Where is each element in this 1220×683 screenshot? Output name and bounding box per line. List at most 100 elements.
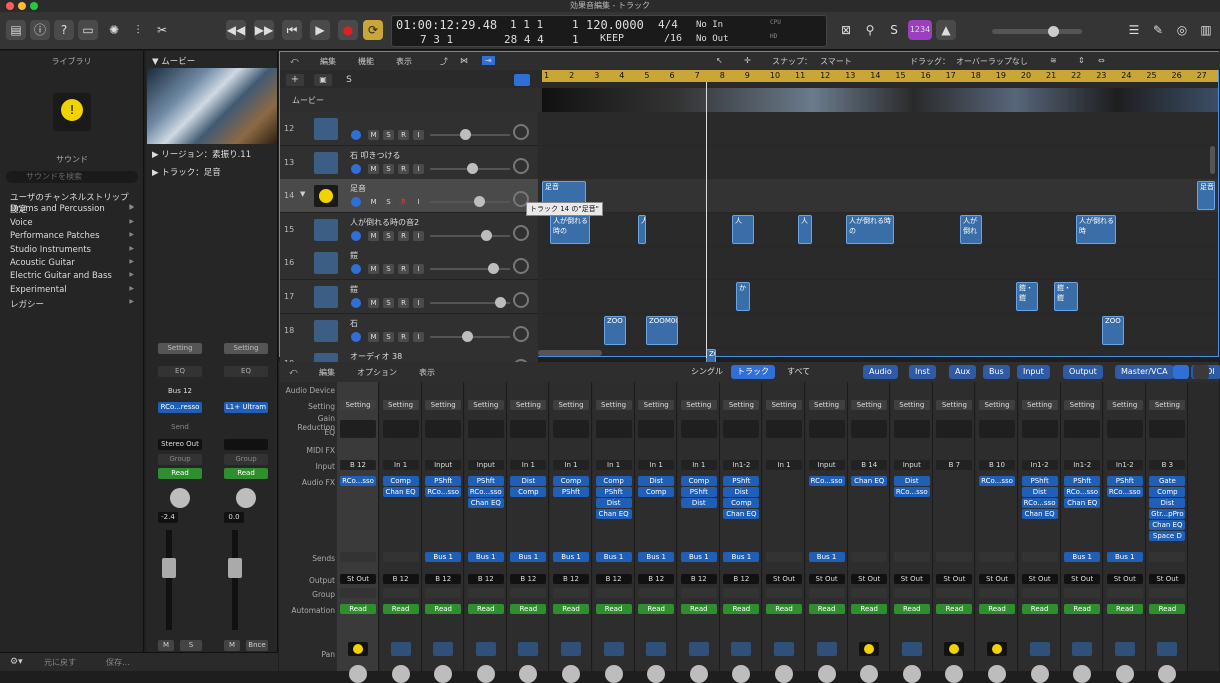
- library-item[interactable]: Performance Patches: [10, 231, 134, 241]
- channel-output-slot[interactable]: St Out: [851, 574, 888, 584]
- track-r-button[interactable]: R: [398, 230, 409, 241]
- channel-plugin-slot[interactable]: Space D: [1149, 531, 1186, 541]
- channel-output-slot[interactable]: B 12: [553, 574, 589, 584]
- track-i-button[interactable]: I: [413, 130, 424, 140]
- track-volume-knob[interactable]: [495, 297, 506, 308]
- channel-group-slot[interactable]: [467, 588, 504, 598]
- library-item[interactable]: Voice: [10, 218, 134, 228]
- strip-output-slot[interactable]: [224, 439, 268, 450]
- channel-eq-thumbnail[interactable]: [595, 420, 632, 438]
- lcd-display[interactable]: 01:00:12:29.48 1 1 1 1 7 3 1 28 4 4 1 12…: [391, 15, 827, 47]
- channel-group-slot[interactable]: [936, 588, 973, 598]
- track-volume-knob[interactable]: [467, 162, 478, 174]
- minimize-icon[interactable]: [18, 2, 26, 10]
- channel-output-slot[interactable]: St Out: [893, 574, 930, 584]
- channel-send-slot[interactable]: Bus 1: [1064, 552, 1101, 562]
- channel-group-slot[interactable]: [1149, 588, 1186, 598]
- channel-plugin-slot[interactable]: Dist: [723, 487, 760, 497]
- strip-send-slot[interactable]: Send: [158, 422, 202, 433]
- track-r-button[interactable]: R: [398, 163, 409, 174]
- library-item[interactable]: Acoustic Guitar: [10, 258, 134, 268]
- audio-region[interactable]: 鎧・鎧: [1016, 282, 1038, 311]
- channel-send-slot[interactable]: [851, 552, 888, 562]
- channel-plugin-slot[interactable]: Chan EQ: [467, 498, 504, 508]
- strip-fader[interactable]: [166, 530, 172, 630]
- channel-send-slot[interactable]: Bus 1: [723, 552, 760, 562]
- strip-solo-button[interactable]: Bnce: [246, 640, 268, 651]
- channel-group-slot[interactable]: [553, 588, 589, 598]
- power-icon[interactable]: [351, 230, 361, 241]
- strip-pan-knob[interactable]: [236, 488, 256, 508]
- channel-automation-read[interactable]: Read: [510, 604, 547, 614]
- mixer-icon[interactable]: ⫶: [128, 20, 148, 40]
- movie-track-header[interactable]: ムービー: [280, 88, 542, 112]
- channel-setting-button[interactable]: Setting: [638, 400, 675, 410]
- channel-group-slot[interactable]: [851, 588, 888, 598]
- channel-pan-knob[interactable]: [1158, 665, 1177, 683]
- drag-select[interactable]: オーバーラップなし: [956, 56, 1028, 67]
- channel-group-slot[interactable]: [766, 588, 802, 598]
- track-s-button[interactable]: S: [383, 163, 394, 174]
- channel-eq-thumbnail[interactable]: [467, 420, 504, 438]
- channel-setting-button[interactable]: Setting: [382, 400, 419, 410]
- channel-plugin-slot[interactable]: PShft: [1021, 476, 1058, 486]
- channel-input-slot[interactable]: In 1: [510, 460, 547, 470]
- folder-icon[interactable]: ▣: [314, 74, 332, 86]
- track-header[interactable]: 15 人が倒れる時の音2 M S R I: [280, 212, 538, 247]
- channel-pan-knob[interactable]: [775, 665, 793, 683]
- channel-setting-button[interactable]: Setting: [1106, 400, 1143, 410]
- audio-region[interactable]: 人: [732, 214, 754, 244]
- undo-button[interactable]: 元に戻す: [44, 657, 76, 668]
- solo-icon[interactable]: S: [884, 20, 904, 40]
- track-volume-knob[interactable]: [488, 263, 499, 275]
- channel-setting-button[interactable]: Setting: [1149, 400, 1186, 410]
- channel-plugin-slot[interactable]: Comp: [510, 487, 547, 497]
- track-s-button[interactable]: S: [383, 197, 394, 208]
- channel-pan-knob[interactable]: [434, 665, 453, 683]
- channel-setting-button[interactable]: Setting: [808, 400, 845, 410]
- strip-setting-button[interactable]: Setting: [224, 343, 268, 354]
- channel-plugin-slot[interactable]: Chan EQ: [1064, 498, 1101, 508]
- waveform-zoom-icon[interactable]: ≋: [1050, 56, 1057, 65]
- channel-automation-read[interactable]: Read: [723, 604, 760, 614]
- audio-region[interactable]: 人が倒れる時の: [550, 214, 590, 244]
- channel-setting-button[interactable]: Setting: [723, 400, 760, 410]
- channel-input-slot[interactable]: Input: [808, 460, 845, 470]
- channel-output-slot[interactable]: St Out: [808, 574, 845, 584]
- channel-input-slot[interactable]: In1-2: [1106, 460, 1143, 470]
- channel-output-slot[interactable]: St Out: [979, 574, 1015, 584]
- track-header[interactable]: 14 ▼ 足音 M S R I: [280, 179, 538, 214]
- channel-input-slot[interactable]: In 1: [382, 460, 419, 470]
- library-item[interactable]: レガシー: [10, 298, 134, 310]
- track-header[interactable]: 13 石 叩きつける M S R I: [280, 145, 538, 180]
- channel-input-slot[interactable]: Input: [467, 460, 504, 470]
- audio-region[interactable]: か: [736, 282, 750, 311]
- track-r-button[interactable]: R: [398, 130, 409, 140]
- channel-input-slot[interactable]: In 1: [553, 460, 589, 470]
- channel-eq-thumbnail[interactable]: [893, 420, 930, 438]
- tracks-menu-view[interactable]: 表示: [396, 56, 412, 67]
- channel-plugin-slot[interactable]: Dist: [1021, 487, 1058, 497]
- help-icon[interactable]: ?: [54, 20, 74, 40]
- channel-plugin-slot[interactable]: PShft: [595, 487, 632, 497]
- track-r-button[interactable]: R: [398, 264, 409, 275]
- channel-automation-read[interactable]: Read: [595, 604, 632, 614]
- ruler[interactable]: 1 2 3 4 5 6 7 8 9 10 11 12 13 14 15 16 17 18 19 20 21 22 23 24 2…: [542, 70, 1218, 82]
- back-icon[interactable]: ⤺: [290, 56, 299, 66]
- channel-send-slot[interactable]: [382, 552, 419, 562]
- library-patch-icon[interactable]: ǃ: [53, 93, 91, 131]
- add-track-icon[interactable]: +: [286, 74, 304, 86]
- channel-output-slot[interactable]: B 12: [638, 574, 675, 584]
- strip-automation-read[interactable]: Read: [224, 468, 268, 479]
- track-i-button[interactable]: I: [413, 264, 424, 275]
- channel-send-slot[interactable]: Bus 1: [553, 552, 589, 562]
- mixer-view-2[interactable]: すべて: [781, 365, 816, 379]
- channel-plugin-slot[interactable]: RCo...sso: [979, 476, 1015, 486]
- track-volume-knob[interactable]: [474, 196, 485, 208]
- channel-send-slot[interactable]: Bus 1: [425, 552, 462, 562]
- channel-group-slot[interactable]: [1064, 588, 1101, 598]
- inspector-region-header[interactable]: ▶ リージョン：素振り.11: [152, 148, 251, 160]
- to-start-icon[interactable]: ⏮: [282, 20, 302, 40]
- audio-region[interactable]: 人が倒れ: [960, 214, 982, 244]
- vertical-scrollbar[interactable]: [1210, 146, 1215, 174]
